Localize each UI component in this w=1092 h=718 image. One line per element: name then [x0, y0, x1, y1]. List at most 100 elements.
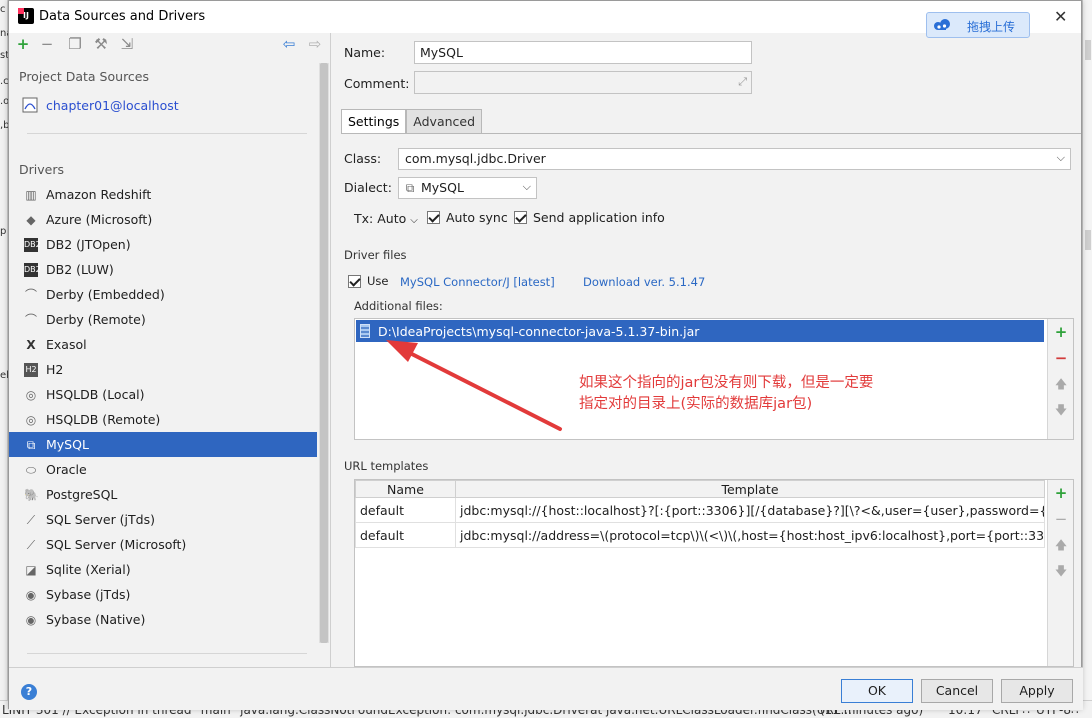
cancel-button[interactable]: Cancel: [921, 679, 993, 703]
driver-item-db2-luw[interactable]: DB2 DB2 (LUW): [9, 257, 317, 282]
driver-settings-panel: Name: MySQL Comment: ⤢ Settings Advanced…: [332, 33, 1081, 667]
h2-icon: H2: [24, 362, 38, 377]
url-templates-table: Name Template default jdbc:mysql://{host…: [354, 479, 1074, 667]
divider: [27, 653, 307, 654]
url-toolbar: + − 🡅 🡇: [1047, 480, 1073, 666]
drivers-heading: Drivers: [19, 162, 64, 177]
intellij-app-icon: IJ: [18, 8, 34, 24]
back-arrow-icon[interactable]: ⇦: [281, 36, 297, 52]
derby-icon: ⌒: [24, 312, 37, 327]
divider: [27, 133, 307, 134]
duplicate-icon[interactable]: ❐: [67, 36, 83, 52]
driver-item-sybase-jtds[interactable]: ◉ Sybase (jTds): [9, 582, 317, 607]
driver-label: HSQLDB (Local): [46, 387, 145, 402]
driver-item-derby-embedded[interactable]: ⌒ Derby (Embedded): [9, 282, 317, 307]
annotation-line: 如果这个指向的jar包没有则下载，但是一定要: [579, 375, 874, 391]
postgresql-icon: 🐘: [24, 487, 39, 502]
url-table: Name Template default jdbc:mysql://{host…: [355, 480, 1045, 548]
annotation-line: 指定对的目录上(实际的数据库jar包): [579, 396, 813, 412]
sqlite-icon: ◪: [25, 562, 37, 577]
sqlserver-icon: ⟋: [26, 512, 36, 527]
driver-item-h2[interactable]: H2 H2: [9, 357, 317, 382]
driver-label: H2: [46, 362, 64, 377]
sqlserver-icon: ⟋: [26, 537, 36, 552]
driver-item-sqlserver-microsoft[interactable]: ⟋ SQL Server (Microsoft): [9, 532, 317, 557]
db2-icon: DB2: [24, 237, 41, 252]
help-icon[interactable]: ?: [21, 684, 37, 700]
move-down-icon[interactable]: 🡇: [1054, 564, 1068, 578]
driver-label: SQL Server (jTds): [46, 512, 155, 527]
hsqldb-icon: ◎: [25, 387, 37, 402]
oracle-icon: ⬭: [25, 462, 37, 477]
driver-label: Sybase (jTds): [46, 587, 131, 602]
sybase-icon: ◉: [25, 612, 37, 627]
url-template-cell[interactable]: jdbc:mysql://address=\(protocol=tcp\)\(<…: [455, 522, 1045, 548]
driver-item-oracle[interactable]: ⬭ Oracle: [9, 457, 317, 482]
cloud-upload-icon: [934, 19, 950, 30]
move-up-icon[interactable]: 🡅: [1054, 538, 1068, 552]
url-name-cell[interactable]: default: [355, 522, 456, 548]
driver-label: MySQL: [46, 437, 89, 452]
data-sources-dialog: IJ Data Sources and Drivers ✕ 拖拽上传 + − ❐…: [8, 0, 1083, 710]
scrollbar-thumb[interactable]: [320, 63, 328, 643]
driver-label: Sybase (Native): [46, 612, 146, 627]
driver-item-exasol[interactable]: X Exasol: [9, 332, 317, 357]
table-row[interactable]: default jdbc:mysql://address=\(protocol=…: [355, 522, 1045, 548]
redshift-icon: ▥: [25, 187, 37, 202]
background-fragment: c: [0, 4, 6, 15]
background-ide-scrollbar: [1082, 0, 1092, 718]
driver-label: Derby (Remote): [46, 312, 146, 327]
wrench-icon[interactable]: ⚒: [93, 36, 109, 52]
driver-item-derby-remote[interactable]: ⌒ Derby (Remote): [9, 307, 317, 332]
driver-item-hsqldb-local[interactable]: ◎ HSQLDB (Local): [9, 382, 317, 407]
url-name-cell[interactable]: default: [355, 497, 456, 523]
dialog-button-bar: ? OK Cancel Apply: [9, 667, 1083, 710]
sidebar-scrollbar[interactable]: [319, 63, 329, 643]
exasol-icon: X: [26, 337, 36, 352]
upload-button[interactable]: 拖拽上传: [926, 12, 1030, 38]
driver-item-sybase-native[interactable]: ◉ Sybase (Native): [9, 607, 317, 632]
dialog-title: Data Sources and Drivers: [39, 9, 206, 24]
url-templates-label: URL templates: [344, 459, 429, 473]
db2-icon: DB2: [24, 262, 41, 277]
close-icon[interactable]: ✕: [1054, 7, 1067, 26]
background-fragment: p: [0, 226, 7, 237]
apply-button[interactable]: Apply: [1001, 679, 1073, 703]
annotation-text: 如果这个指向的jar包没有则下载，但是一定要 指定对的目录上(实际的数据库jar…: [579, 373, 873, 415]
driver-item-azure[interactable]: ◆ Azure (Microsoft): [9, 207, 317, 232]
background-ide-gutter: c na st .c .ot ,b p el: [0, 0, 13, 718]
driver-label: Sqlite (Xerial): [46, 562, 131, 577]
import-icon[interactable]: ⇲: [119, 36, 135, 52]
driver-item-sqlserver-jtds[interactable]: ⟋ SQL Server (jTds): [9, 507, 317, 532]
driver-item-postgresql[interactable]: 🐘 PostgreSQL: [9, 482, 317, 507]
driver-label: PostgreSQL: [46, 487, 118, 502]
ok-button[interactable]: OK: [841, 679, 913, 703]
driver-label: DB2 (LUW): [46, 262, 114, 277]
datasource-label: chapter01@localhost: [46, 97, 179, 113]
derby-icon: ⌒: [24, 287, 37, 302]
table-row[interactable]: default jdbc:mysql://{host::localhost}?[…: [355, 497, 1045, 523]
add-url-icon[interactable]: +: [1054, 486, 1068, 501]
driver-label: SQL Server (Microsoft): [46, 537, 187, 552]
drivers-list: ▥ Amazon Redshift ◆ Azure (Microsoft) DB2 D…: [9, 182, 317, 632]
add-icon[interactable]: +: [15, 36, 31, 52]
column-header-name[interactable]: Name: [355, 480, 456, 498]
driver-label: Oracle: [46, 462, 87, 477]
azure-icon: ◆: [26, 212, 36, 227]
driver-item-hsqldb-remote[interactable]: ◎ HSQLDB (Remote): [9, 407, 317, 432]
sybase-icon: ◉: [25, 587, 37, 602]
url-template-cell[interactable]: jdbc:mysql://{host::localhost}?[:{port::…: [455, 497, 1045, 523]
datasource-item[interactable]: chapter01@localhost: [22, 96, 179, 114]
column-header-template[interactable]: Template: [455, 480, 1045, 498]
dialog-titlebar: IJ Data Sources and Drivers ✕: [9, 1, 1081, 33]
driver-item-db2-jtopen[interactable]: DB2 DB2 (JTOpen): [9, 232, 317, 257]
project-data-sources-heading: Project Data Sources: [19, 69, 150, 84]
driver-item-mysql[interactable]: ⧉ MySQL: [9, 432, 317, 457]
remove-url-icon[interactable]: −: [1054, 512, 1068, 527]
datasource-icon: [22, 97, 38, 113]
driver-label: Derby (Embedded): [46, 287, 165, 302]
driver-item-sqlite[interactable]: ◪ Sqlite (Xerial): [9, 557, 317, 582]
driver-item-amazon-redshift[interactable]: ▥ Amazon Redshift: [9, 182, 317, 207]
forward-arrow-icon[interactable]: ⇨: [307, 36, 323, 52]
remove-icon[interactable]: −: [39, 36, 55, 52]
